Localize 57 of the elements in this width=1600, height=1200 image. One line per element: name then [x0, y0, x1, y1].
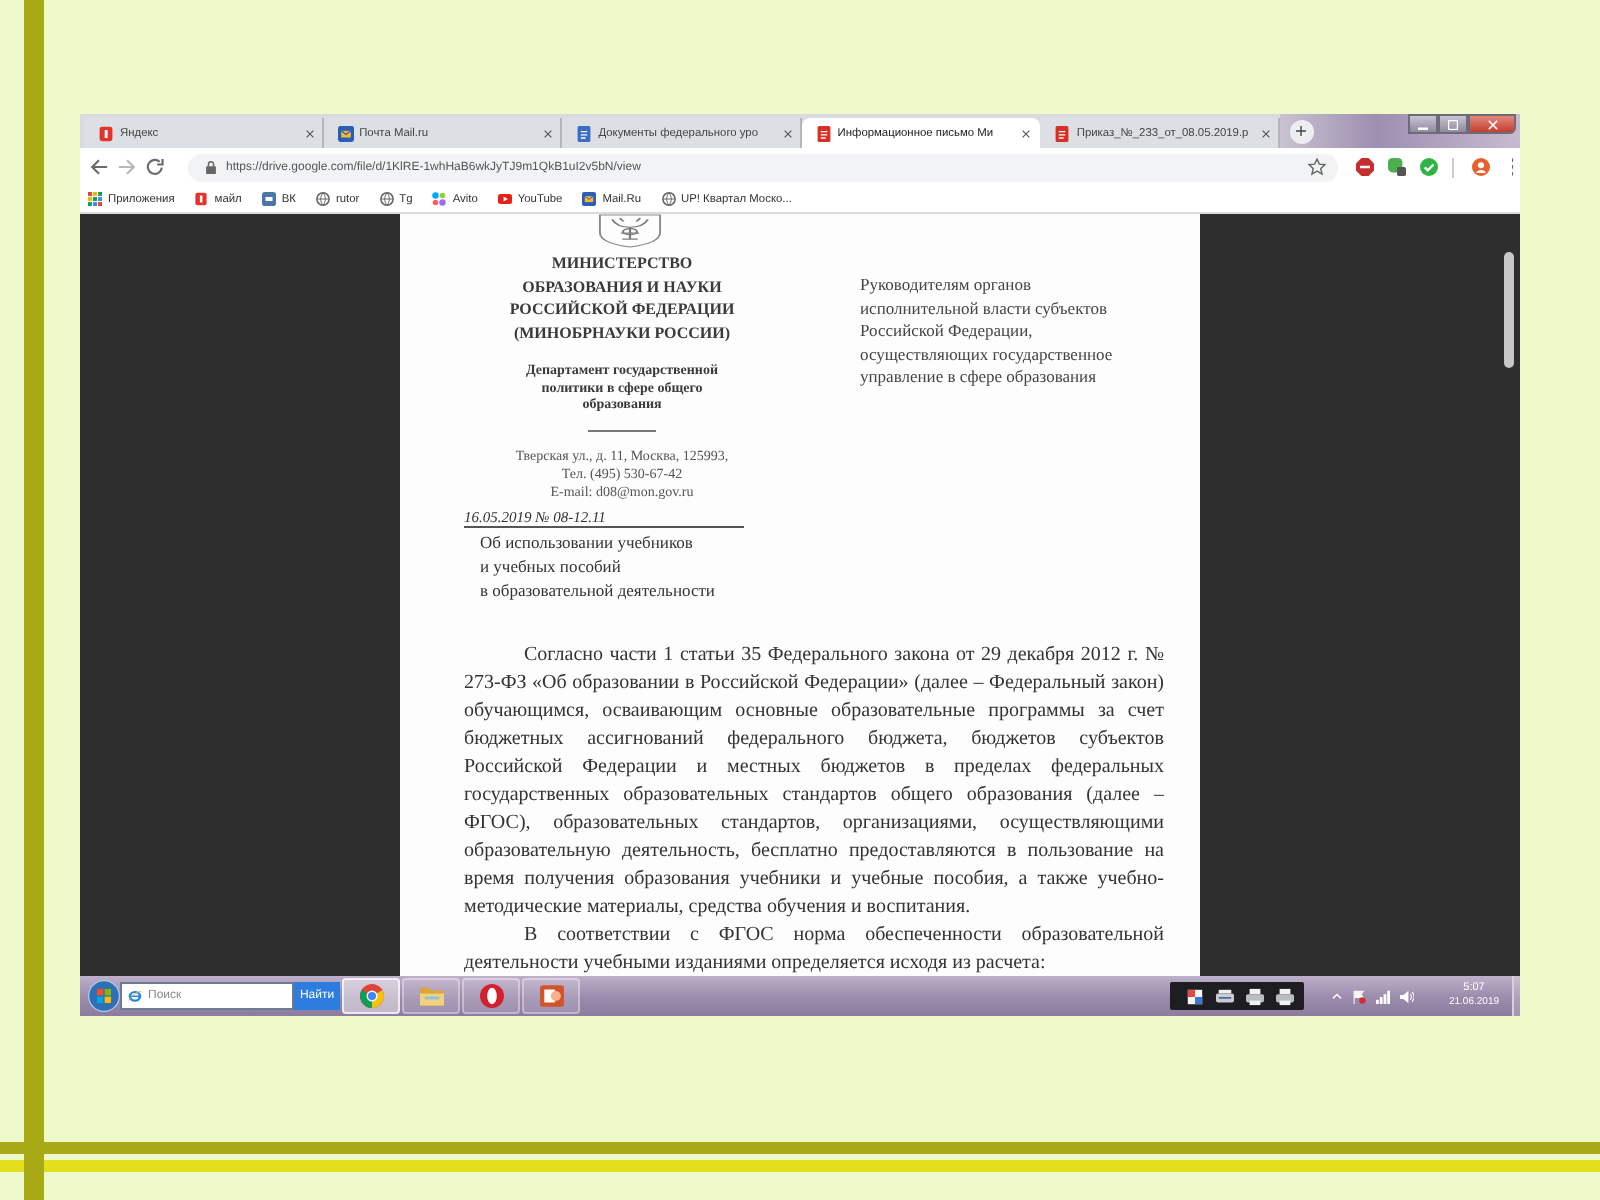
play-icon	[497, 192, 512, 206]
logo-icon	[98, 125, 114, 141]
folder-icon	[419, 984, 443, 1008]
close-button[interactable]	[1468, 114, 1516, 134]
logo-icon	[194, 192, 209, 206]
taskbar-button[interactable]	[342, 978, 400, 1014]
signal-bars-icon[interactable]	[1376, 989, 1390, 1003]
globe-icon	[379, 192, 394, 206]
start-orb-icon[interactable]	[88, 980, 120, 1012]
globe-icon	[661, 192, 675, 206]
printer-icon[interactable]	[1276, 987, 1294, 1005]
flag-icon[interactable]	[1352, 989, 1366, 1003]
ministry-heading: МИНИСТЕРСТВО ОБРАЗОВАНИЯ И НАУКИ РОССИЙСКОЙ ФЕДЕРАЦИИ (МИНОБРНАУКИ РОССИИ)	[507, 252, 737, 344]
ring-icon	[479, 984, 503, 1008]
letter-subject: Об использовании учебников и учебных пособий в образовательной деятельности	[478, 530, 717, 602]
browser-icon	[359, 984, 383, 1008]
body-paragraph: Согласно части 1 статьи 35 Федерального закона от 29 декабря 2012 г. № 273-ФЗ «Об образовании в Российской Федерации» (далее – Федеральный закон) обучающимся, осваивающим основные образовательные программы за счет бюджетных ассигнований федерального бюджета, бюджетов субъектов Российской Федерации и местных бюджетов в пределах федеральных государственных образовательных стандартов общего образования (далее – ФГОС), образовательных стандартов, организациями, осуществляющими образовательную деятельность, бесплатно предоставляются в пользование на время получения образования учебники и учебные пособия, а также учебно-методические материалы, средства обучения и воспитания.	[464, 642, 1164, 922]
maximize-button[interactable]	[1438, 114, 1468, 134]
document-icon	[815, 125, 832, 141]
document-icon	[1054, 125, 1071, 141]
envelope-icon	[337, 125, 354, 141]
close-icon	[783, 129, 792, 137]
minimize-button[interactable]	[1408, 114, 1438, 134]
chevron-up-icon[interactable]	[1332, 991, 1342, 1001]
extension-icon[interactable]	[1388, 158, 1406, 176]
lock-icon	[204, 160, 218, 174]
taskbar-button[interactable]	[522, 978, 580, 1014]
envelope-icon	[582, 192, 597, 206]
star-icon[interactable]	[1308, 158, 1326, 176]
body-paragraph: В соответствии с ФГОС норма обеспеченности образовательной деятельности учебными изданиями определяется исходя из расчета:	[464, 922, 1164, 976]
speaker-icon[interactable]	[1400, 989, 1414, 1003]
presentation-icon	[539, 984, 563, 1008]
taskbar-button[interactable]	[462, 978, 520, 1014]
plus-icon	[1296, 126, 1307, 136]
scrollbar-thumb[interactable]	[1504, 252, 1514, 368]
close-icon	[1261, 129, 1270, 137]
close-icon	[1022, 129, 1031, 137]
addressee-text: Руководителям органов исполнительной власти субъектов Российской Федерации, осуществляющих государственное управление в сфере образования	[860, 274, 1115, 389]
check-icon[interactable]	[1420, 158, 1438, 176]
avatar-icon[interactable]	[1472, 158, 1490, 176]
maximize-icon	[1448, 119, 1458, 129]
apps-grid-icon	[88, 192, 102, 206]
reload-icon[interactable]	[146, 158, 164, 176]
logo-icon	[261, 192, 276, 206]
new-tab-button[interactable]	[1289, 119, 1314, 143]
stop-sign-icon[interactable]	[1356, 158, 1374, 176]
back-arrow-icon[interactable]	[90, 158, 108, 176]
close-icon	[1487, 119, 1497, 129]
document-icon	[576, 125, 593, 141]
scanner-icon[interactable]	[1216, 987, 1234, 1005]
close-icon	[544, 129, 553, 137]
globe-icon	[315, 192, 330, 206]
printer-icon[interactable]	[1246, 987, 1264, 1005]
squares-icon[interactable]	[1186, 987, 1204, 1005]
emblem-icon	[598, 214, 662, 248]
dots-icon	[432, 192, 447, 206]
close-icon	[305, 129, 314, 137]
